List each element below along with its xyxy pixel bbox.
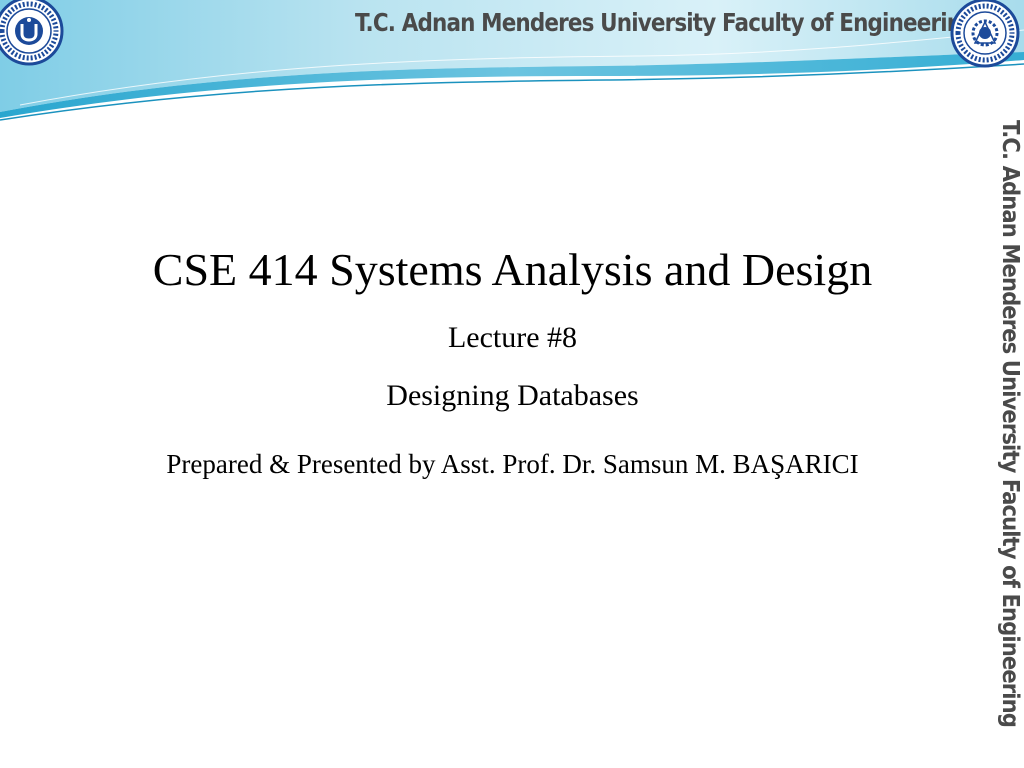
lecture-number: Lecture #8 [447, 321, 578, 354]
side-banner-text: T.C. Adnan Menderes University Faculty o… [997, 120, 1023, 727]
university-seal-icon [0, 0, 64, 66]
slide: T.C. Adnan Menderes University Faculty o… [0, 0, 1024, 768]
slide-title: CSE 414 Systems Analysis and Design [152, 244, 873, 295]
presenter-line: Prepared & Presented by Asst. Prof. Dr. … [166, 449, 859, 479]
lecture-topic: Designing Databases [386, 379, 639, 412]
vertical-side-banner: T.C. Adnan Menderes University Faculty o… [995, 120, 1024, 727]
faculty-seal-icon [950, 0, 1020, 68]
header-banner-text: T.C. Adnan Menderes University Faculty o… [355, 8, 977, 37]
slide-content: CSE 414 Systems Analysis and Design Lect… [40, 240, 985, 482]
